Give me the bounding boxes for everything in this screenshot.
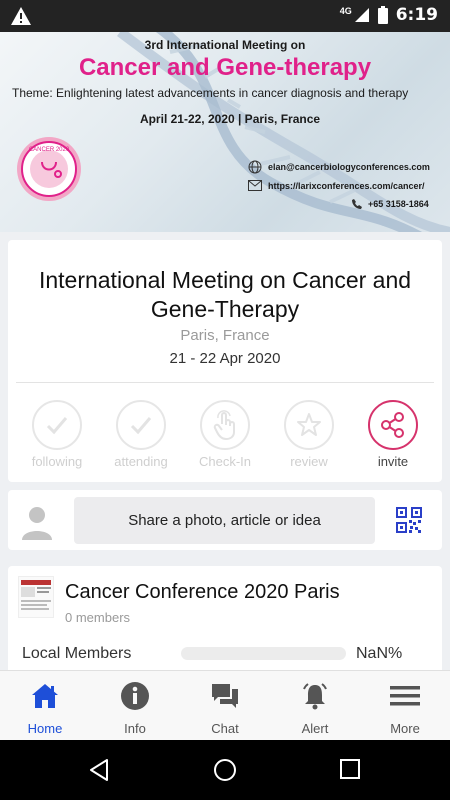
event-card: International Meeting on Cancer and Gene… [8,240,442,482]
phone-icon [352,199,362,209]
clock: 6:19 [395,5,438,25]
check-icon [46,417,68,435]
nav-chat-label: Chat [211,721,239,736]
banner-phone: +65 3158-1864 [352,199,429,209]
invite-label: invite [377,454,409,469]
nav-alert-label: Alert [301,721,329,736]
signal-icon [354,8,369,22]
nav-chat[interactable]: Chat [180,671,270,740]
following-button[interactable]: following [15,400,99,469]
star-icon [297,413,321,436]
battery-icon [377,6,388,24]
recents-icon[interactable] [339,758,361,780]
banner-subtitle: 3rd International Meeting on [144,38,306,52]
network-type: 4G [339,5,352,16]
share-input[interactable]: Share a photo, article or idea [74,497,375,544]
back-icon[interactable] [88,758,110,782]
home-circle-icon[interactable] [213,758,237,782]
svg-text:CANCER 2020: CANCER 2020 [29,147,70,153]
check-icon [130,417,152,435]
banner-title: Cancer and Gene-therapy [78,54,372,81]
event-title: International Meeting on Cancer and Gene… [38,267,412,322]
nav-more-label: More [390,721,420,736]
conference-seal-logo: CANCER 2020 [17,137,81,201]
banner-dates: April 21-22, 2020 | Paris, France [139,112,321,126]
group-card[interactable]: Cancer Conference 2020 Paris 0 members L… [8,566,442,686]
check-in-button[interactable]: Check-In [183,400,267,469]
qr-code-icon[interactable] [396,507,422,533]
chat-icon [212,684,238,708]
globe-icon [248,160,262,174]
info-icon [121,682,149,710]
bottom-navigation: Home Info Chat Alert More [0,670,450,740]
bell-icon [303,683,327,710]
status-bar: 4G 6:19 [0,0,450,32]
nav-info-label: Info [124,721,146,736]
divider [16,382,434,383]
invite-button[interactable]: invite [351,400,435,469]
mail-icon [248,180,262,191]
menu-icon [390,686,420,706]
local-members-percent: NaN% [356,645,403,662]
system-navigation-bar [0,740,450,800]
banner-email: elan@cancerbiologyconferences.com [248,160,430,174]
attending-label: attending [114,454,168,469]
share-card: Share a photo, article or idea [8,490,442,550]
banner-url: https://larixconferences.com/cancer/ [248,180,425,191]
local-members-label: Local Members [22,645,132,662]
event-actions: following attending Check-In review invi… [8,400,442,470]
home-icon [32,684,58,708]
event-banner: 3rd International Meeting on Cancer and … [0,32,450,232]
check-in-label: Check-In [198,454,252,469]
review-label: review [290,454,328,469]
nav-alert[interactable]: Alert [270,671,360,740]
event-date: 21 - 22 Apr 2020 [169,350,281,367]
banner-theme: Theme: Enlightening latest advancements … [12,86,409,100]
nav-info[interactable]: Info [90,671,180,740]
nav-more[interactable]: More [360,671,450,740]
attending-button[interactable]: attending [99,400,183,469]
following-label: following [31,454,83,469]
nav-home-label: Home [27,721,63,736]
warning-icon [11,7,31,25]
group-name: Cancer Conference 2020 Paris [65,581,340,603]
group-thumbnail [18,576,54,618]
avatar [22,507,52,540]
group-member-count: 0 members [65,610,131,625]
local-members-progress-bar [181,647,346,660]
share-icon [381,412,404,438]
tap-icon [213,410,235,440]
review-button[interactable]: review [267,400,351,469]
nav-home[interactable]: Home [0,671,90,740]
event-location: Paris, France [180,327,270,344]
